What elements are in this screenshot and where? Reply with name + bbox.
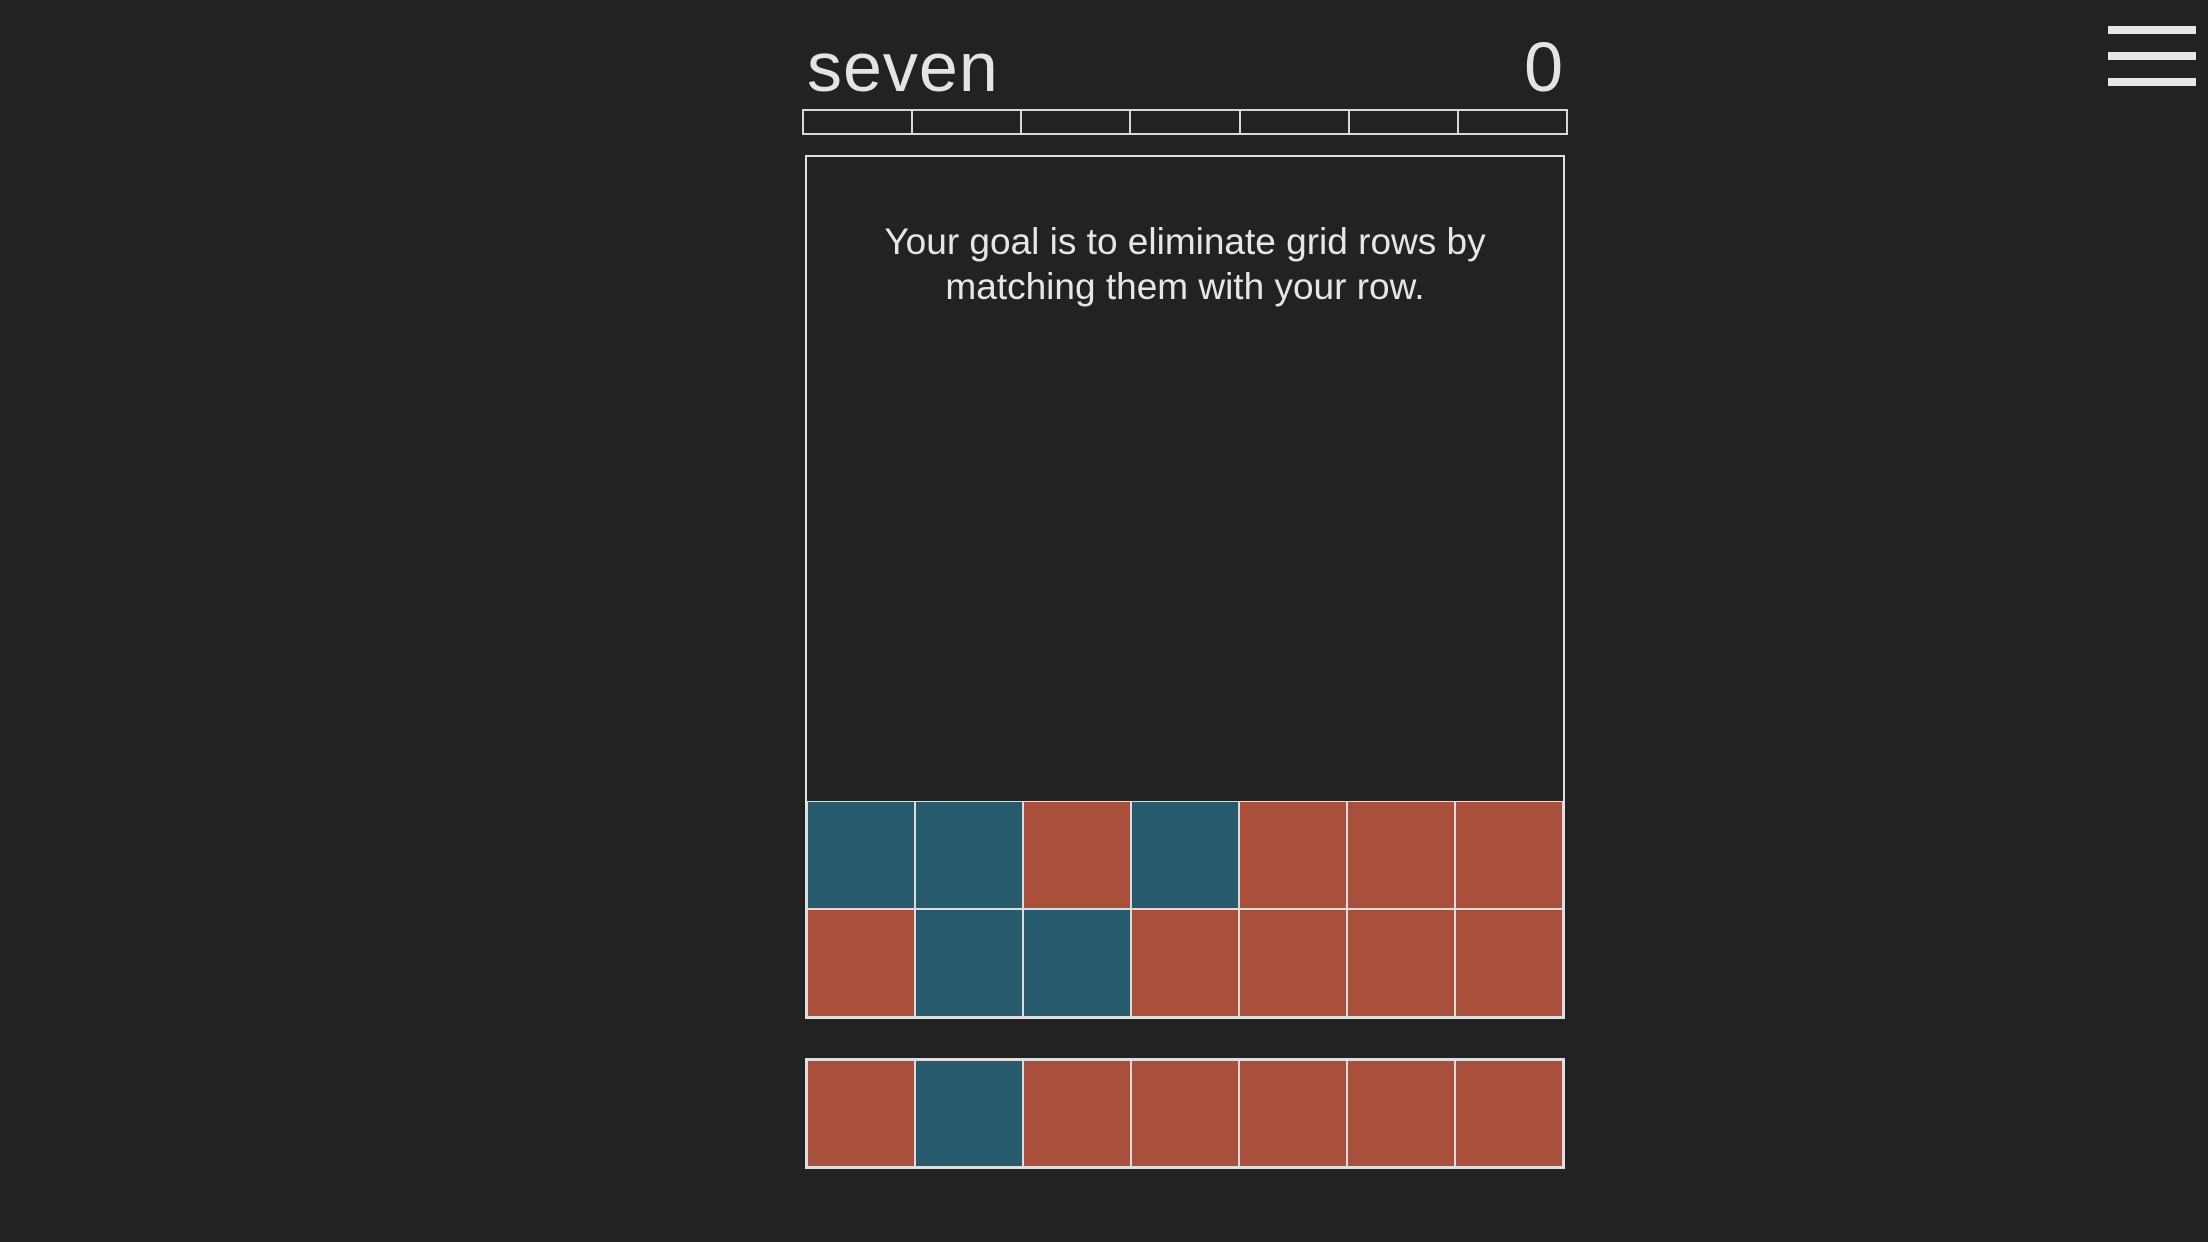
grid-cell-red	[1347, 801, 1455, 909]
grid-cell-red	[1131, 909, 1239, 1017]
player-cell-red[interactable]	[1239, 1060, 1347, 1167]
progress-segment	[1022, 111, 1132, 133]
grid-cell-blue	[1131, 801, 1239, 909]
grid-cell-red	[1455, 801, 1563, 909]
progress-segment	[1241, 111, 1350, 133]
progress-segment	[913, 111, 1023, 133]
grid-cell-red	[807, 909, 915, 1017]
grid-cell-blue	[1023, 909, 1131, 1017]
grid-row	[807, 801, 1563, 909]
player-cell-red[interactable]	[1023, 1060, 1131, 1167]
game-stage: seven 0 Your goal is to eliminate grid r…	[0, 0, 2208, 1242]
grid-row	[807, 909, 1563, 1017]
instructions-text: Your goal is to eliminate grid rows by m…	[884, 221, 1486, 307]
grid-cell-red	[1455, 909, 1563, 1017]
grid-cell-red	[1239, 909, 1347, 1017]
player-cell-red[interactable]	[807, 1060, 915, 1167]
progress-segment	[1350, 111, 1459, 133]
progress-segment	[1131, 111, 1241, 133]
grid-cell-blue	[915, 909, 1023, 1017]
grid-cell-red	[1023, 801, 1131, 909]
grid-cell-blue	[915, 801, 1023, 909]
player-cell-red[interactable]	[1131, 1060, 1239, 1167]
player-cell-red[interactable]	[1347, 1060, 1455, 1167]
score-value: 0	[1524, 28, 1563, 106]
grid-cell-red	[1239, 801, 1347, 909]
grid-rows	[807, 801, 1563, 1017]
player-cell-red[interactable]	[1455, 1060, 1563, 1167]
grid-cell-blue	[807, 801, 915, 909]
progress-bar	[802, 109, 1568, 135]
player-cell-blue[interactable]	[915, 1060, 1023, 1167]
game-title: seven	[807, 28, 999, 106]
game-board[interactable]: Your goal is to eliminate grid rows by m…	[805, 155, 1565, 1019]
menu-button[interactable]	[2108, 26, 2196, 86]
player-row[interactable]	[805, 1058, 1565, 1169]
progress-segment	[1459, 111, 1566, 133]
grid-cell-red	[1347, 909, 1455, 1017]
progress-segment	[804, 111, 914, 133]
